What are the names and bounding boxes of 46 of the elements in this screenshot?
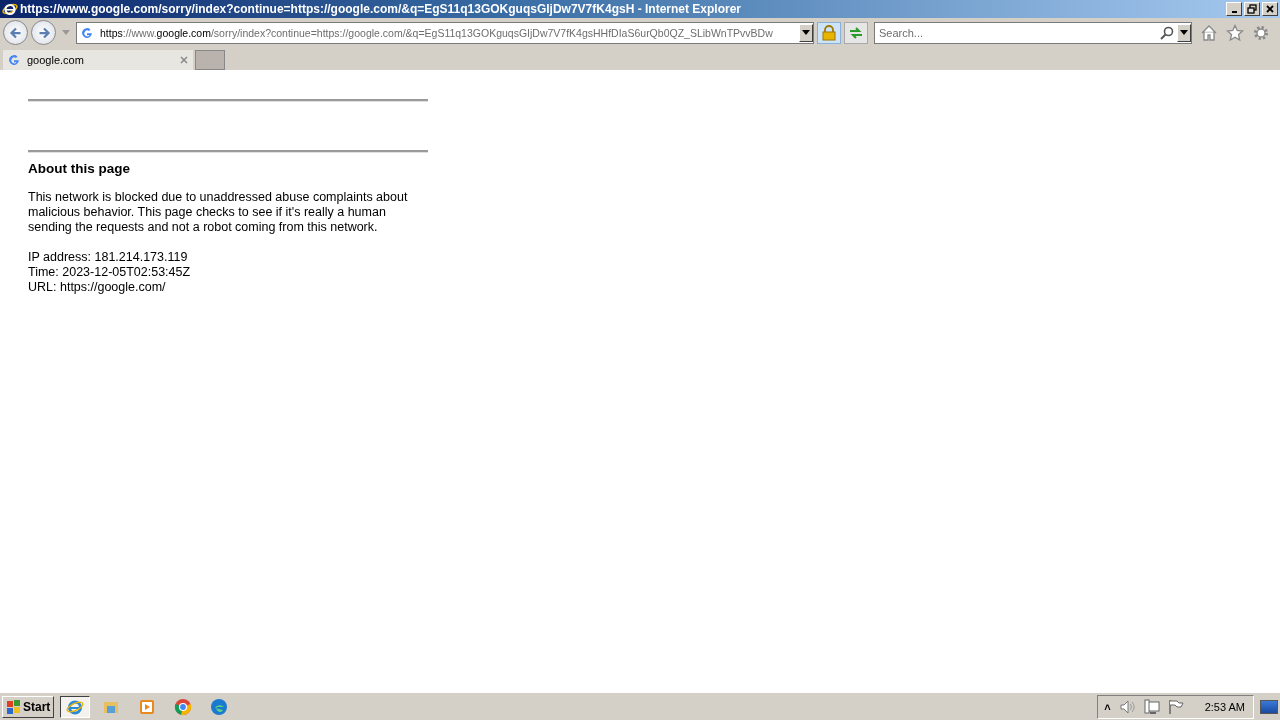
- refresh-icon: [848, 24, 864, 41]
- browser-logo-icon: [2, 1, 18, 17]
- search-bar[interactable]: Search...: [874, 21, 1192, 44]
- home-icon[interactable]: [1200, 23, 1218, 42]
- url-part: /sorry/index?continue=https://google.com/&q=EgS11q13GOKguqsGIjDw7V7fK4gsHHfDIaS6urQb0QZ_SLibWnTPvvBDw: [210, 26, 773, 39]
- refresh-button[interactable]: [844, 21, 868, 44]
- site-favicon-icon: [80, 25, 94, 40]
- favorites-star-icon[interactable]: [1226, 23, 1244, 42]
- clock-time[interactable]: 2:53 AM: [1204, 700, 1245, 713]
- page-heading: About this page: [28, 161, 131, 176]
- back-button[interactable]: [3, 20, 28, 45]
- url-part: https: [100, 26, 123, 39]
- close-icon: [1265, 4, 1275, 14]
- detail-line: IP address: 181.214.173.119: [28, 250, 189, 265]
- show-hidden-icons-button[interactable]: ˄: [1102, 700, 1113, 713]
- caret-icon: [1180, 30, 1188, 35]
- close-tab-icon[interactable]: [179, 55, 189, 65]
- network-icon[interactable]: [1142, 698, 1161, 715]
- caret-icon: [802, 30, 810, 35]
- restore-button[interactable]: [1244, 2, 1260, 16]
- url-part: ://www.: [122, 26, 157, 39]
- tab-label: google.com: [27, 54, 85, 66]
- window-title: https://www.google.com/sorry/index?continue=https://google.com/&q=EgS11q13GOKguqsGIjDw7V7fK4gsH - Internet Explorer: [20, 2, 741, 16]
- dropdown-button[interactable]: [799, 23, 813, 42]
- detail-line: URL: https://google.com/: [28, 280, 167, 295]
- show-desktop-button[interactable]: [1260, 699, 1278, 714]
- minimize-icon: [1231, 11, 1237, 13]
- settings-icon[interactable]: [1252, 23, 1270, 42]
- close-button[interactable]: [1262, 2, 1278, 16]
- flag-icon[interactable]: [1166, 698, 1185, 715]
- speaker-icon[interactable]: [1118, 698, 1137, 715]
- padlock-icon: [822, 24, 836, 41]
- search-icon[interactable]: [1160, 25, 1174, 40]
- browser-tab[interactable]: google.com: [3, 50, 193, 70]
- start-button[interactable]: Start: [2, 695, 55, 718]
- detail-line: Time: 2023-12-05T02:53:45Z: [28, 265, 192, 280]
- page-paragraph: This network is blocked due to unaddressed abuse complaints about malicious behavior. This page checks to see if it's really a human sending the requests and not a robot coming from this network.: [28, 190, 409, 235]
- url-part: google.com: [156, 26, 211, 39]
- forward-button[interactable]: [31, 20, 56, 45]
- minimize-button[interactable]: [1226, 2, 1242, 16]
- windows-logo-icon: [6, 698, 22, 715]
- dropdown-button[interactable]: [1177, 23, 1191, 42]
- address-field[interactable]: https://www.google.com/sorry/index?continue=https://google.com/&q=EgS11q13GOKguqsGIjDw7V7fK4gsHHfDIaS6urQb0QZ_SLibWnTPvvBDw: [76, 21, 814, 44]
- restore-icon: [1247, 4, 1257, 14]
- site-favicon-icon: [7, 53, 21, 67]
- browser-taskbar-icon[interactable]: [60, 695, 91, 718]
